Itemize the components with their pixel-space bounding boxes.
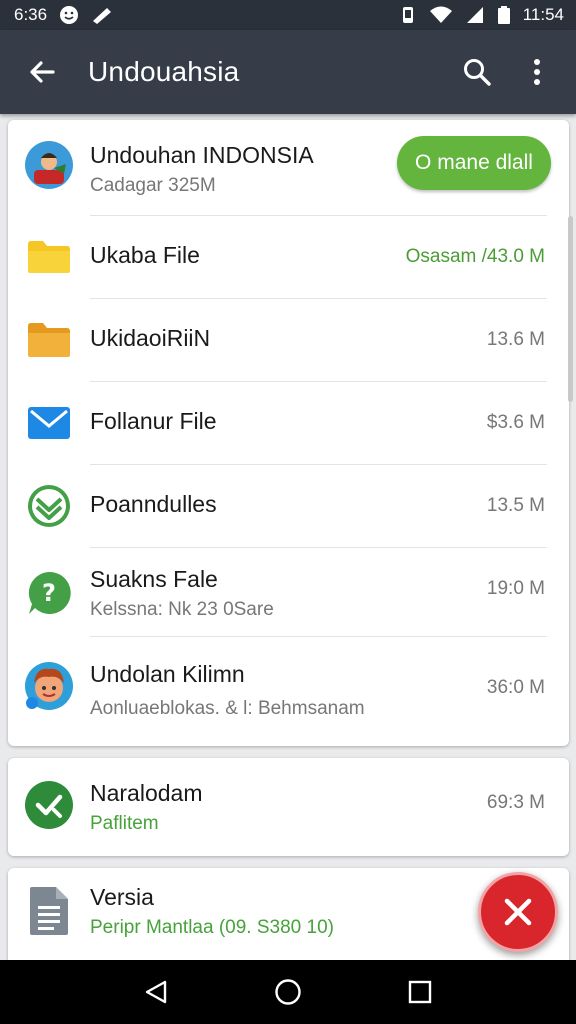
completed-card[interactable]: Naralodam Paflitem 69:3 M: [8, 758, 569, 856]
header-item[interactable]: Undouhan INDONSIA Cadagar 325M O mane dl…: [8, 120, 569, 216]
item-subtitle: Paflitem: [90, 813, 159, 834]
svg-text:?: ?: [42, 579, 56, 607]
app-bar: Undouahsia: [0, 30, 576, 114]
list-item[interactable]: Poanndulles 13.5 M: [8, 465, 569, 548]
chat-question-icon: ?: [24, 568, 74, 618]
check-circle-icon: [24, 780, 74, 830]
vibrate-icon: [399, 5, 417, 25]
list-item[interactable]: ? Suakns Fale Kelssna: Nk 23 0Sare 19:0 …: [8, 548, 569, 637]
item-name: Suakns Fale: [90, 566, 218, 592]
close-icon: [501, 895, 535, 929]
item-size: 36:0 M: [486, 677, 545, 698]
item-subtitle: Peripr Mantlaa (09. S380 10): [90, 917, 334, 938]
page-title: Undouahsia: [88, 56, 240, 87]
nav-back-icon[interactable]: [134, 970, 178, 1014]
item-size: 69:3 M: [486, 792, 545, 813]
smiley-icon: [59, 5, 79, 25]
more-vert-icon[interactable]: [516, 51, 558, 93]
scrollbar[interactable]: [568, 216, 573, 402]
nav-home-icon[interactable]: [266, 970, 310, 1014]
wifi-icon: [429, 5, 453, 25]
chevron-down-badge-icon: [24, 481, 74, 531]
navigation-bar: [0, 960, 576, 1024]
item-size: 13.6 M: [486, 329, 545, 350]
item-size: 13.5 M: [486, 495, 545, 516]
back-arrow-icon[interactable]: [24, 54, 60, 90]
avatar-icon: [24, 661, 74, 711]
downloads-card: Undouhan INDONSIA Cadagar 325M O mane dl…: [8, 120, 569, 746]
mail-icon: [24, 398, 74, 448]
folder-yellow-icon: [24, 232, 74, 282]
item-subtitle: Kelssna: Nk 23 0Sare: [90, 599, 274, 620]
item-name: Ukaba File: [90, 242, 200, 268]
item-name: Undolan Kilimn: [90, 661, 245, 687]
item-name: Naralodam: [90, 780, 203, 806]
item-name: UkidaoiRiiN: [90, 325, 211, 351]
status-bar: 6:36 11:54: [0, 0, 576, 30]
item-name: Follanur File: [90, 408, 217, 434]
header-action-button[interactable]: O mane dlall: [397, 136, 551, 190]
battery-icon: [497, 5, 511, 25]
list-item[interactable]: Undolan Kilimn Aonluaeblokas. & l: Behms…: [8, 637, 569, 746]
item-size: Osasam /43.0 M: [405, 246, 545, 267]
folder-orange-icon: [24, 315, 74, 365]
item-name: Poanndulles: [90, 491, 217, 517]
nav-recents-icon[interactable]: [398, 970, 442, 1014]
header-subtitle: Cadagar 325M: [90, 175, 216, 196]
document-icon: [24, 886, 74, 936]
search-icon[interactable]: [456, 51, 498, 93]
item-subtitle: Aonluaeblokas. & l: Behmsanam: [90, 698, 365, 719]
item-name: Versia: [90, 884, 154, 910]
cancel-fab-button[interactable]: [478, 872, 558, 952]
header-title: Undouhan INDONSIA: [90, 142, 314, 168]
list-item[interactable]: UkidaoiRiiN 13.6 M: [8, 299, 569, 382]
status-time-left: 6:36: [14, 5, 48, 24]
list-item[interactable]: Ukaba File Osasam /43.0 M: [8, 216, 569, 299]
flag-avatar-icon: [24, 140, 74, 190]
item-size: 19:0 M: [486, 578, 545, 599]
signal-icon: [465, 5, 485, 25]
item-size: $3.6 M: [486, 412, 545, 433]
status-time-right: 11:54: [522, 5, 564, 24]
list-item[interactable]: Follanur File $3.6 M: [8, 382, 569, 465]
pen-icon: [91, 5, 113, 25]
